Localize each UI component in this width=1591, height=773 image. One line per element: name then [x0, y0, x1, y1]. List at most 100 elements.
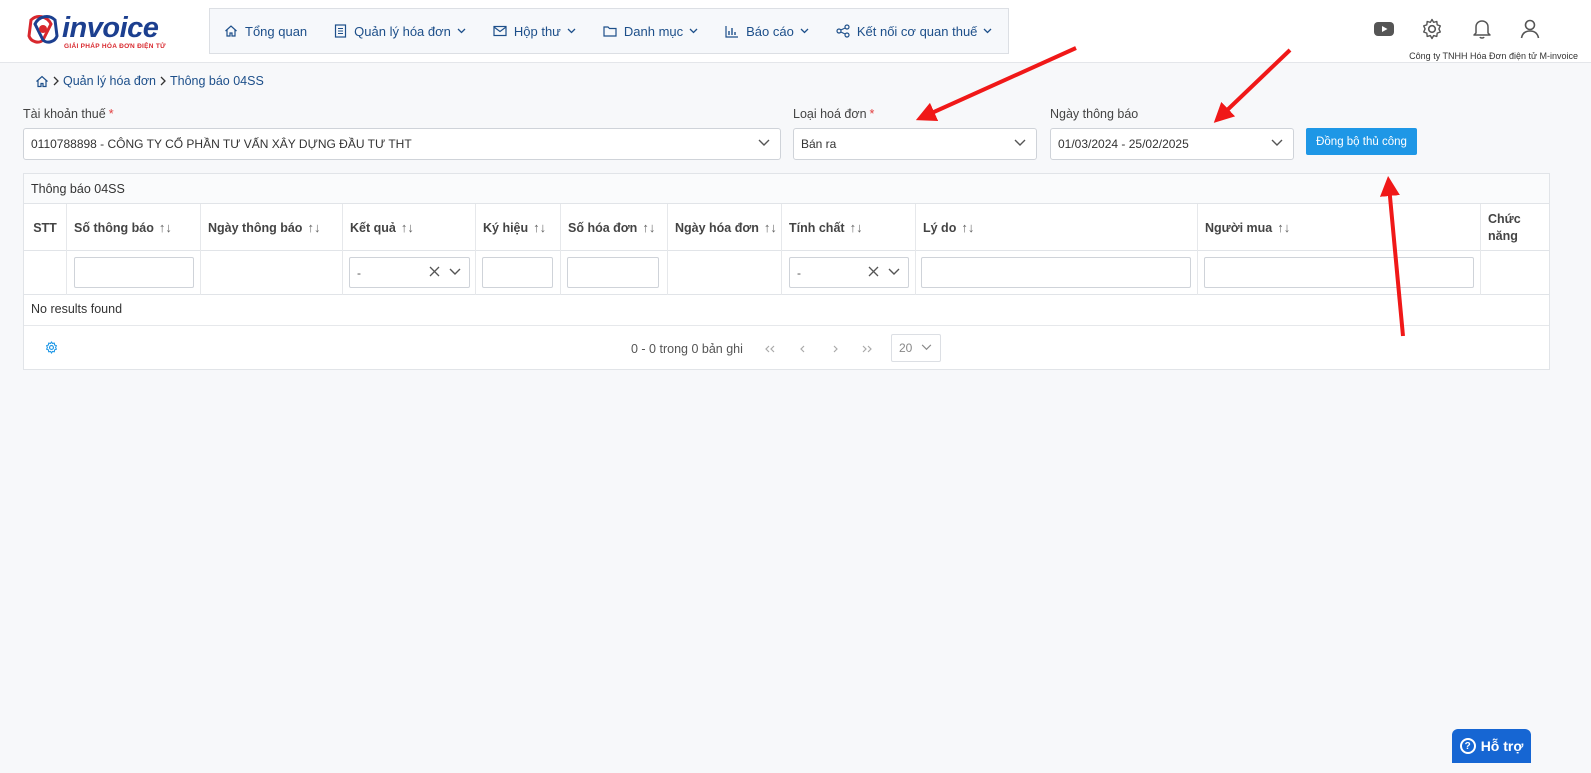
sort-icon[interactable]: ↑↓ [533, 220, 546, 235]
last-page-icon[interactable] [861, 345, 873, 353]
chevron-down-icon [689, 28, 698, 34]
youtube-icon[interactable] [1373, 18, 1395, 40]
col-label: Ký hiệu [483, 220, 529, 235]
tax-account-value: 0110788898 - CÔNG TY CỔ PHẦN TƯ VẤN XÂY … [31, 137, 412, 151]
sort-icon[interactable]: ↑↓ [401, 220, 414, 235]
user-icon[interactable] [1519, 18, 1541, 40]
tax-account-label: Tài khoản thuế * [23, 107, 114, 121]
page-size-select[interactable]: 20 [891, 334, 941, 362]
filter-nguoi-mua-input[interactable] [1204, 257, 1474, 288]
col-label: Lý do [923, 220, 957, 235]
nav-item-ket-noi-co-quan-thue[interactable]: Kết nối cơ quan thuế [836, 24, 993, 39]
chevron-down-icon [800, 28, 809, 34]
brand-tagline: GIẢI PHÁP HÓA ĐƠN ĐIỆN TỬ [64, 43, 166, 50]
col-ngay-hoa-don[interactable]: Ngày hóa đơn ↑↓ [668, 204, 782, 251]
col-label: Ngày thông báo [208, 220, 303, 235]
breadcrumb-item-current[interactable]: Thông báo 04SS [170, 74, 264, 88]
first-page-icon[interactable] [764, 345, 776, 353]
nav-item-tong-quan[interactable]: Tổng quan [224, 24, 307, 39]
chevron-down-icon [983, 28, 992, 34]
sort-icon[interactable]: ↑↓ [764, 220, 777, 235]
nav-label: Quản lý hóa đơn [354, 23, 451, 39]
chevron-down-icon [1014, 139, 1026, 146]
grid-title: Thông báo 04SS [24, 174, 1549, 204]
nav-label: Danh mục [623, 23, 684, 39]
filter-cell [1198, 251, 1481, 295]
col-stt[interactable]: STT [24, 204, 67, 251]
filter-cell [916, 251, 1198, 295]
chevron-down-icon [921, 344, 932, 351]
help-button[interactable]: ? Hỗ trợ [1452, 729, 1531, 763]
sort-icon[interactable]: ↑↓ [1277, 220, 1290, 235]
col-label: Người mua [1205, 220, 1273, 235]
tax-account-select[interactable]: 0110788898 - CÔNG TY CỔ PHẦN TƯ VẤN XÂY … [23, 128, 781, 160]
nav-item-bao-cao[interactable]: Báo cáo [725, 24, 809, 39]
grid-footer: 0 - 0 trong 0 bản ghi 20 [24, 325, 1549, 370]
col-so-thong-bao[interactable]: Số thông báo ↑↓ [67, 204, 201, 251]
sort-icon[interactable]: ↑↓ [642, 220, 655, 235]
nav-item-danh-muc[interactable]: Danh mục [603, 24, 698, 39]
bell-icon[interactable] [1472, 18, 1492, 40]
col-ly-do[interactable]: Lý do ↑↓ [916, 204, 1198, 251]
col-ket-qua[interactable]: Kết quả ↑↓ [343, 204, 476, 251]
col-label: Kết quả [350, 220, 396, 235]
help-label: Hỗ trợ [1480, 738, 1524, 754]
filter-so-hoa-don-input[interactable] [567, 257, 659, 288]
filter-cell [561, 251, 668, 295]
col-label: Tính chất [789, 220, 845, 235]
prev-page-icon[interactable] [799, 345, 807, 353]
filter-cell: - [343, 251, 476, 295]
invoice-type-select[interactable]: Bán ra [793, 128, 1037, 160]
sort-icon[interactable]: ↑↓ [961, 220, 974, 235]
chevron-down-icon [758, 139, 770, 146]
filter-ly-do-input[interactable] [921, 257, 1191, 288]
col-chuc-nang: Chức năng [1481, 204, 1549, 251]
settings-icon[interactable] [45, 341, 58, 354]
filter-ket-qua-select[interactable]: - [349, 257, 470, 288]
invoice-type-value: Bán ra [801, 137, 837, 151]
document-icon [335, 24, 347, 38]
nav-label: Hộp thư [513, 23, 561, 39]
filter-cell [201, 251, 343, 295]
sort-icon[interactable]: ↑↓ [159, 220, 172, 235]
date-range-select[interactable]: 01/03/2024 - 25/02/2025 [1050, 128, 1294, 160]
pager-summary: 0 - 0 trong 0 bản ghi [631, 342, 743, 356]
notification-grid: Thông báo 04SS STT Số thông báo ↑↓ Ngày t… [23, 173, 1550, 370]
home-icon [225, 25, 237, 37]
sort-icon[interactable]: ↑↓ [307, 220, 320, 235]
brand-logo[interactable]: invoice GIẢI PHÁP HÓA ĐƠN ĐIỆN TỬ [25, 12, 175, 54]
company-name: Công ty TNHH Hóa Đơn điện tử M-invoice [1409, 51, 1578, 61]
nav-item-hop-thu[interactable]: Hộp thư [493, 24, 576, 39]
col-nguoi-mua[interactable]: Người mua ↑↓ [1198, 204, 1481, 251]
label-text: Loại hoá đơn [793, 107, 867, 121]
nav-label: Tổng quan [245, 23, 308, 39]
next-page-icon[interactable] [831, 345, 839, 353]
col-ngay-thong-bao[interactable]: Ngày thông báo ↑↓ [201, 204, 343, 251]
col-so-hoa-don[interactable]: Số hóa đơn ↑↓ [561, 204, 668, 251]
chevron-right-icon [160, 76, 166, 86]
breadcrumb-item-quan-ly-hoa-don[interactable]: Quản lý hóa đơn [63, 74, 156, 88]
sort-icon[interactable]: ↑↓ [850, 220, 863, 235]
filter-cell [1481, 251, 1549, 295]
filter-so-thong-bao-input[interactable] [74, 257, 194, 288]
manual-sync-button[interactable]: Đồng bộ thủ công [1306, 128, 1417, 155]
col-tinh-chat[interactable]: Tính chất ↑↓ [782, 204, 916, 251]
mail-icon [493, 25, 507, 37]
col-ky-hieu[interactable]: Ký hiệu ↑↓ [476, 204, 561, 251]
filter-ky-hieu-input[interactable] [482, 257, 553, 288]
empty-state-text: No results found [31, 302, 123, 316]
home-icon[interactable] [35, 75, 49, 88]
date-label: Ngày thông báo [1050, 107, 1139, 121]
folder-icon [603, 26, 617, 37]
gear-icon[interactable] [1421, 18, 1443, 40]
page-size-value: 20 [899, 341, 913, 355]
clear-icon[interactable] [868, 266, 879, 277]
filter-tinh-chat-select[interactable]: - [789, 257, 909, 288]
filter-cell [24, 251, 67, 295]
select-value: - [357, 265, 361, 280]
filter-cell [67, 251, 201, 295]
chevron-right-icon [53, 76, 59, 86]
nav-item-quan-ly-hoa-don[interactable]: Quản lý hóa đơn [334, 24, 466, 39]
nav-label: Báo cáo [746, 23, 794, 39]
clear-icon[interactable] [429, 266, 440, 277]
